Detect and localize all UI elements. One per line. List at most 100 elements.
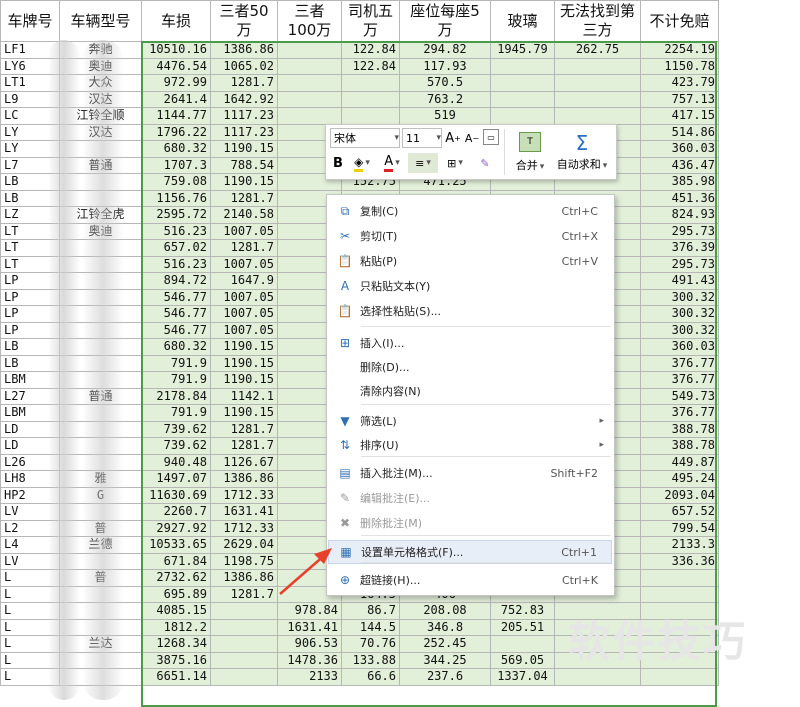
font-size-dropdown[interactable]: 11 xyxy=(402,128,442,148)
value-cell[interactable]: 1281.7 xyxy=(210,437,278,455)
border-button[interactable]: ⊞ xyxy=(440,153,470,173)
value-cell[interactable]: 376.77 xyxy=(640,371,719,389)
format-painter-icon[interactable]: ✎ xyxy=(474,153,496,173)
value-cell[interactable]: 671.84 xyxy=(141,552,211,570)
menu-item[interactable]: 删除(D)... xyxy=(328,355,612,379)
value-cell[interactable]: 1150.78 xyxy=(640,57,719,75)
value-cell[interactable]: 376.39 xyxy=(640,239,719,257)
fill-color-button[interactable]: ◈ xyxy=(348,153,376,173)
value-cell[interactable]: 2178.84 xyxy=(141,387,211,405)
value-cell[interactable]: 546.77 xyxy=(141,288,211,306)
value-cell[interactable]: 1281.7 xyxy=(210,189,278,207)
value-cell[interactable]: 376.77 xyxy=(640,404,719,422)
value-cell[interactable]: 122.84 xyxy=(341,41,400,59)
value-cell[interactable]: 360.03 xyxy=(640,140,719,158)
value-cell[interactable]: 791.9 xyxy=(141,404,211,422)
value-cell[interactable]: 739.62 xyxy=(141,437,211,455)
value-cell[interactable]: 1478.36 xyxy=(277,651,342,669)
value-cell[interactable]: 1117.23 xyxy=(210,107,278,125)
value-cell[interactable]: 978.84 xyxy=(277,602,342,620)
value-cell[interactable] xyxy=(554,57,641,75)
value-cell[interactable]: 940.48 xyxy=(141,453,211,471)
value-cell[interactable]: 295.73 xyxy=(640,255,719,273)
value-cell[interactable] xyxy=(640,668,719,686)
value-cell[interactable]: 906.53 xyxy=(277,635,342,653)
column-header[interactable]: 不计免赔 xyxy=(640,0,719,42)
value-cell[interactable]: 546.77 xyxy=(141,321,211,339)
decrease-font-icon[interactable]: A − xyxy=(463,128,481,148)
value-cell[interactable] xyxy=(490,74,555,92)
value-cell[interactable]: 1007.05 xyxy=(210,222,278,240)
value-cell[interactable] xyxy=(341,90,400,108)
value-cell[interactable]: 376.77 xyxy=(640,354,719,372)
column-header[interactable]: 司机五万 xyxy=(341,0,400,42)
value-cell[interactable]: 2260.7 xyxy=(141,503,211,521)
menu-item[interactable]: 📋 粘贴(P) Ctrl+V xyxy=(328,249,612,273)
value-cell[interactable]: 388.78 xyxy=(640,437,719,455)
value-cell[interactable] xyxy=(277,90,342,108)
value-cell[interactable]: 1126.67 xyxy=(210,453,278,471)
value-cell[interactable]: 1007.05 xyxy=(210,305,278,323)
column-header[interactable]: 车牌号 xyxy=(0,0,60,42)
value-cell[interactable]: 799.54 xyxy=(640,519,719,537)
value-cell[interactable]: 388.78 xyxy=(640,420,719,438)
menu-item[interactable]: ⊕ 超链接(H)... Ctrl+K xyxy=(328,568,612,592)
value-cell[interactable]: 1386.86 xyxy=(210,41,278,59)
value-cell[interactable]: 1190.15 xyxy=(210,371,278,389)
value-cell[interactable] xyxy=(277,74,342,92)
value-cell[interactable]: 449.87 xyxy=(640,453,719,471)
column-header[interactable]: 车损 xyxy=(141,0,211,42)
column-header[interactable]: 玻璃 xyxy=(490,0,555,42)
value-cell[interactable]: 757.13 xyxy=(640,90,719,108)
cell-style-icon[interactable]: ▭ xyxy=(483,129,499,145)
value-cell[interactable]: 133.88 xyxy=(341,651,400,669)
value-cell[interactable]: 144.5 xyxy=(341,618,400,636)
menu-item[interactable]: ⧉ 复制(C) Ctrl+C xyxy=(328,199,612,223)
value-cell[interactable] xyxy=(277,107,342,125)
menu-item[interactable]: 清除内容(N) xyxy=(328,379,612,403)
value-cell[interactable]: 1281.7 xyxy=(210,239,278,257)
value-cell[interactable]: 4476.54 xyxy=(141,57,211,75)
menu-item[interactable]: ▼ 筛选(L) ▸ xyxy=(328,409,612,433)
merge-button[interactable]: T 合并 xyxy=(512,128,548,176)
value-cell[interactable]: 1386.86 xyxy=(210,470,278,488)
increase-font-icon[interactable]: A + xyxy=(444,128,462,148)
value-cell[interactable]: 86.7 xyxy=(341,602,400,620)
value-cell[interactable]: 1796.22 xyxy=(141,123,211,141)
value-cell[interactable]: 436.47 xyxy=(640,156,719,174)
value-cell[interactable]: 1647.9 xyxy=(210,272,278,290)
value-cell[interactable]: 4085.15 xyxy=(141,602,211,620)
value-cell[interactable]: 1281.7 xyxy=(210,420,278,438)
value-cell[interactable] xyxy=(554,74,641,92)
value-cell[interactable]: 1712.33 xyxy=(210,486,278,504)
value-cell[interactable]: 344.25 xyxy=(399,651,491,669)
value-cell[interactable]: 1144.77 xyxy=(141,107,211,125)
value-cell[interactable]: 1117.23 xyxy=(210,123,278,141)
value-cell[interactable] xyxy=(490,107,555,125)
value-cell[interactable]: 1190.15 xyxy=(210,404,278,422)
value-cell[interactable]: 360.03 xyxy=(640,338,719,356)
menu-item[interactable]: ⇅ 排序(U) ▸ xyxy=(328,433,612,457)
value-cell[interactable]: 1631.41 xyxy=(210,503,278,521)
value-cell[interactable] xyxy=(490,57,555,75)
value-cell[interactable]: 423.79 xyxy=(640,74,719,92)
value-cell[interactable] xyxy=(554,668,641,686)
value-cell[interactable]: 1190.15 xyxy=(210,338,278,356)
font-name-dropdown[interactable]: 宋体 xyxy=(330,128,400,148)
value-cell[interactable] xyxy=(210,668,278,686)
value-cell[interactable]: 117.93 xyxy=(399,57,491,75)
value-cell[interactable]: 2732.62 xyxy=(141,569,211,587)
value-cell[interactable]: 1631.41 xyxy=(277,618,342,636)
value-cell[interactable]: 657.02 xyxy=(141,239,211,257)
menu-item[interactable]: ✖ 删除批注(M) xyxy=(328,511,612,535)
value-cell[interactable]: 570.5 xyxy=(399,74,491,92)
value-cell[interactable]: 3875.16 xyxy=(141,651,211,669)
align-button[interactable]: ≡ xyxy=(408,153,438,173)
value-cell[interactable]: 1337.04 xyxy=(490,668,555,686)
value-cell[interactable] xyxy=(277,57,342,75)
column-header[interactable]: 三者100万 xyxy=(277,0,342,42)
value-cell[interactable] xyxy=(210,635,278,653)
value-cell[interactable]: 1812.2 xyxy=(141,618,211,636)
value-cell[interactable]: 680.32 xyxy=(141,140,211,158)
value-cell[interactable]: 1065.02 xyxy=(210,57,278,75)
